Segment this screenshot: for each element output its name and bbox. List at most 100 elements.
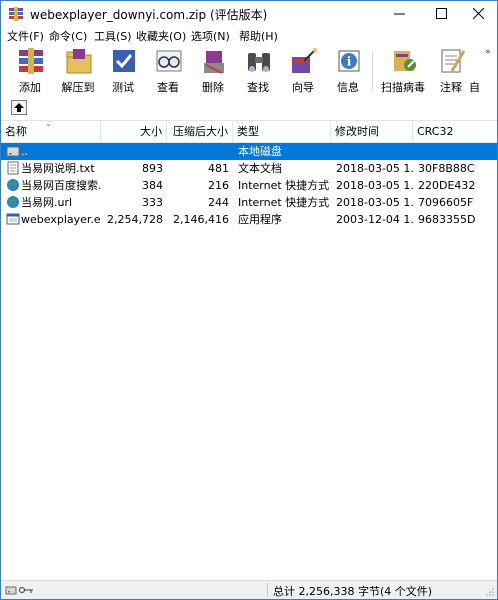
cell-type: Internet 快捷方式: [238, 196, 330, 209]
menu-tools[interactable]: 工具(S): [94, 28, 132, 44]
column-crc-header[interactable]: CRC32: [413, 121, 497, 143]
window-title: webexplayer_downyi.com.zip (评估版本): [30, 8, 268, 22]
sort-descending-icon: ⌄: [45, 121, 52, 128]
scan-virus-button[interactable]: 扫描病毒: [381, 47, 425, 94]
cell-modified: 2018-03-05 1...: [336, 179, 413, 192]
test-button[interactable]: 测试: [102, 47, 144, 94]
table-row[interactable]: 当易网说明.txt 893 481 文本文档 2018-03-05 1... 3…: [1, 160, 497, 177]
delete-icon: [204, 51, 224, 74]
resize-grip-icon[interactable]: [485, 587, 495, 597]
list-header: 名称 ⌄ 大小 压缩后大小 类型 修改时间 CRC32: [1, 121, 497, 143]
find-button[interactable]: 查找: [237, 47, 279, 94]
column-size-header[interactable]: 大小: [101, 121, 167, 143]
comment-button[interactable]: 注释: [430, 47, 472, 94]
view-button[interactable]: 查看: [147, 47, 189, 94]
menu-options[interactable]: 选项(N): [191, 28, 230, 44]
menu-favorites[interactable]: 收藏夹(O): [136, 28, 186, 44]
add-button[interactable]: 添加: [9, 47, 51, 94]
table-row[interactable]: 当易网.url 333 244 Internet 快捷方式 2018-03-05…: [1, 194, 497, 211]
minimize-button[interactable]: [380, 1, 420, 27]
scan-virus-label: 扫描病毒: [381, 81, 425, 94]
toolbar: 添加 解压到 测试 查看 删除 查找 向导 i 信息 扫描病毒 注释 自 »: [1, 45, 497, 95]
maximize-button[interactable]: [422, 1, 462, 27]
cell-size: 2,254,728: [107, 213, 163, 226]
add-label: 添加: [19, 81, 41, 94]
column-size-label: 大小: [140, 125, 162, 138]
menu-file[interactable]: 文件(F): [7, 28, 44, 44]
title-bar[interactable]: webexplayer_downyi.com.zip (评估版本): [1, 1, 497, 27]
column-modified-header[interactable]: 修改时间: [331, 121, 413, 143]
wizard-icon: [292, 48, 317, 73]
status-icons: [5, 584, 269, 598]
drive-key-icon[interactable]: [5, 584, 35, 596]
info-button[interactable]: i 信息: [327, 47, 369, 94]
cell-size: 384: [142, 179, 163, 192]
status-divider: [267, 583, 268, 597]
scan-virus-icon: [394, 51, 416, 71]
cell-type: Internet 快捷方式: [238, 179, 330, 192]
cell-crc: 30F8B88C: [418, 162, 475, 175]
table-row[interactable]: .. 本地磁盘: [1, 143, 497, 160]
binoculars-icon: [248, 53, 270, 72]
wizard-button[interactable]: 向导: [282, 47, 324, 94]
toolbar-overflow-icon[interactable]: »: [485, 47, 491, 57]
maximize-icon: [436, 8, 447, 19]
info-label: 信息: [337, 81, 359, 94]
cell-size: 893: [142, 162, 163, 175]
cell-crc: 9683355D: [418, 213, 476, 226]
sfx-button[interactable]: 自: [469, 47, 497, 94]
globe-icon: [7, 179, 19, 191]
sfx-label: 自: [469, 81, 480, 94]
menu-commands[interactable]: 命令(C): [49, 28, 87, 44]
cell-modified: 2018-03-05 1...: [336, 196, 413, 209]
cell-type: 文本文档: [238, 162, 282, 175]
extract-to-button[interactable]: 解压到: [57, 47, 99, 94]
up-folder-button[interactable]: [11, 100, 27, 115]
column-type-header[interactable]: 类型: [233, 121, 331, 143]
status-total: 总计 2,256,338 字节(4 个文件): [273, 585, 433, 598]
cell-packed: 244: [208, 196, 229, 209]
column-packed-label: 压缩后大小: [173, 125, 228, 138]
cell-crc: 7096605F: [418, 196, 474, 209]
cell-modified: 2018-03-05 1...: [336, 162, 413, 175]
svg-text:i: i: [347, 55, 352, 69]
close-button[interactable]: [459, 1, 497, 27]
table-row[interactable]: 当易网百度搜索... 384 216 Internet 快捷方式 2018-03…: [1, 177, 497, 194]
test-icon: [113, 50, 135, 72]
column-name-header[interactable]: 名称 ⌄: [1, 121, 101, 143]
cell-size: 333: [142, 196, 163, 209]
winrar-window: webexplayer_downyi.com.zip (评估版本) 文件(F) …: [0, 0, 498, 600]
table-row[interactable]: webexplayer.exe 2,254,728 2,146,416 应用程序…: [1, 211, 497, 228]
drive-icon: [6, 146, 20, 157]
add-books-icon: [19, 48, 43, 74]
column-modified-label: 修改时间: [335, 125, 379, 138]
column-crc-label: CRC32: [417, 125, 454, 138]
menu-bar: 文件(F) 命令(C) 工具(S) 收藏夹(O) 选项(N) 帮助(H): [1, 27, 497, 45]
cell-packed: 2,146,416: [173, 213, 229, 226]
column-name-label: 名称: [5, 125, 27, 138]
up-arrow-icon: [14, 103, 24, 112]
address-row: [1, 95, 497, 121]
status-bar: 总计 2,256,338 字节(4 个文件): [1, 580, 497, 599]
cell-packed: 216: [208, 179, 229, 192]
cell-crc: 220DE432: [418, 179, 476, 192]
comment-icon: [441, 49, 466, 73]
minimize-icon: [394, 13, 405, 15]
file-list: 名称 ⌄ 大小 压缩后大小 类型 修改时间 CRC32 .. 本地磁盘 当易网说…: [1, 121, 497, 580]
close-icon: [473, 8, 484, 19]
column-type-label: 类型: [237, 125, 259, 138]
exe-icon: [6, 213, 20, 225]
cell-type: 应用程序: [238, 213, 282, 226]
cell-packed: 481: [208, 162, 229, 175]
text-file-icon: [7, 161, 19, 175]
info-icon: i: [338, 50, 360, 72]
delete-button[interactable]: 删除: [192, 47, 234, 94]
cell-name: webexplayer.exe: [21, 213, 101, 226]
cell-name: 当易网说明.txt: [21, 162, 95, 175]
glasses-icon: [156, 50, 182, 72]
cell-type: 本地磁盘: [238, 145, 282, 158]
winrar-app-icon[interactable]: [8, 6, 24, 22]
extract-folder-icon: [66, 49, 92, 74]
menu-help[interactable]: 帮助(H): [239, 28, 278, 44]
column-packed-header[interactable]: 压缩后大小: [167, 121, 233, 143]
